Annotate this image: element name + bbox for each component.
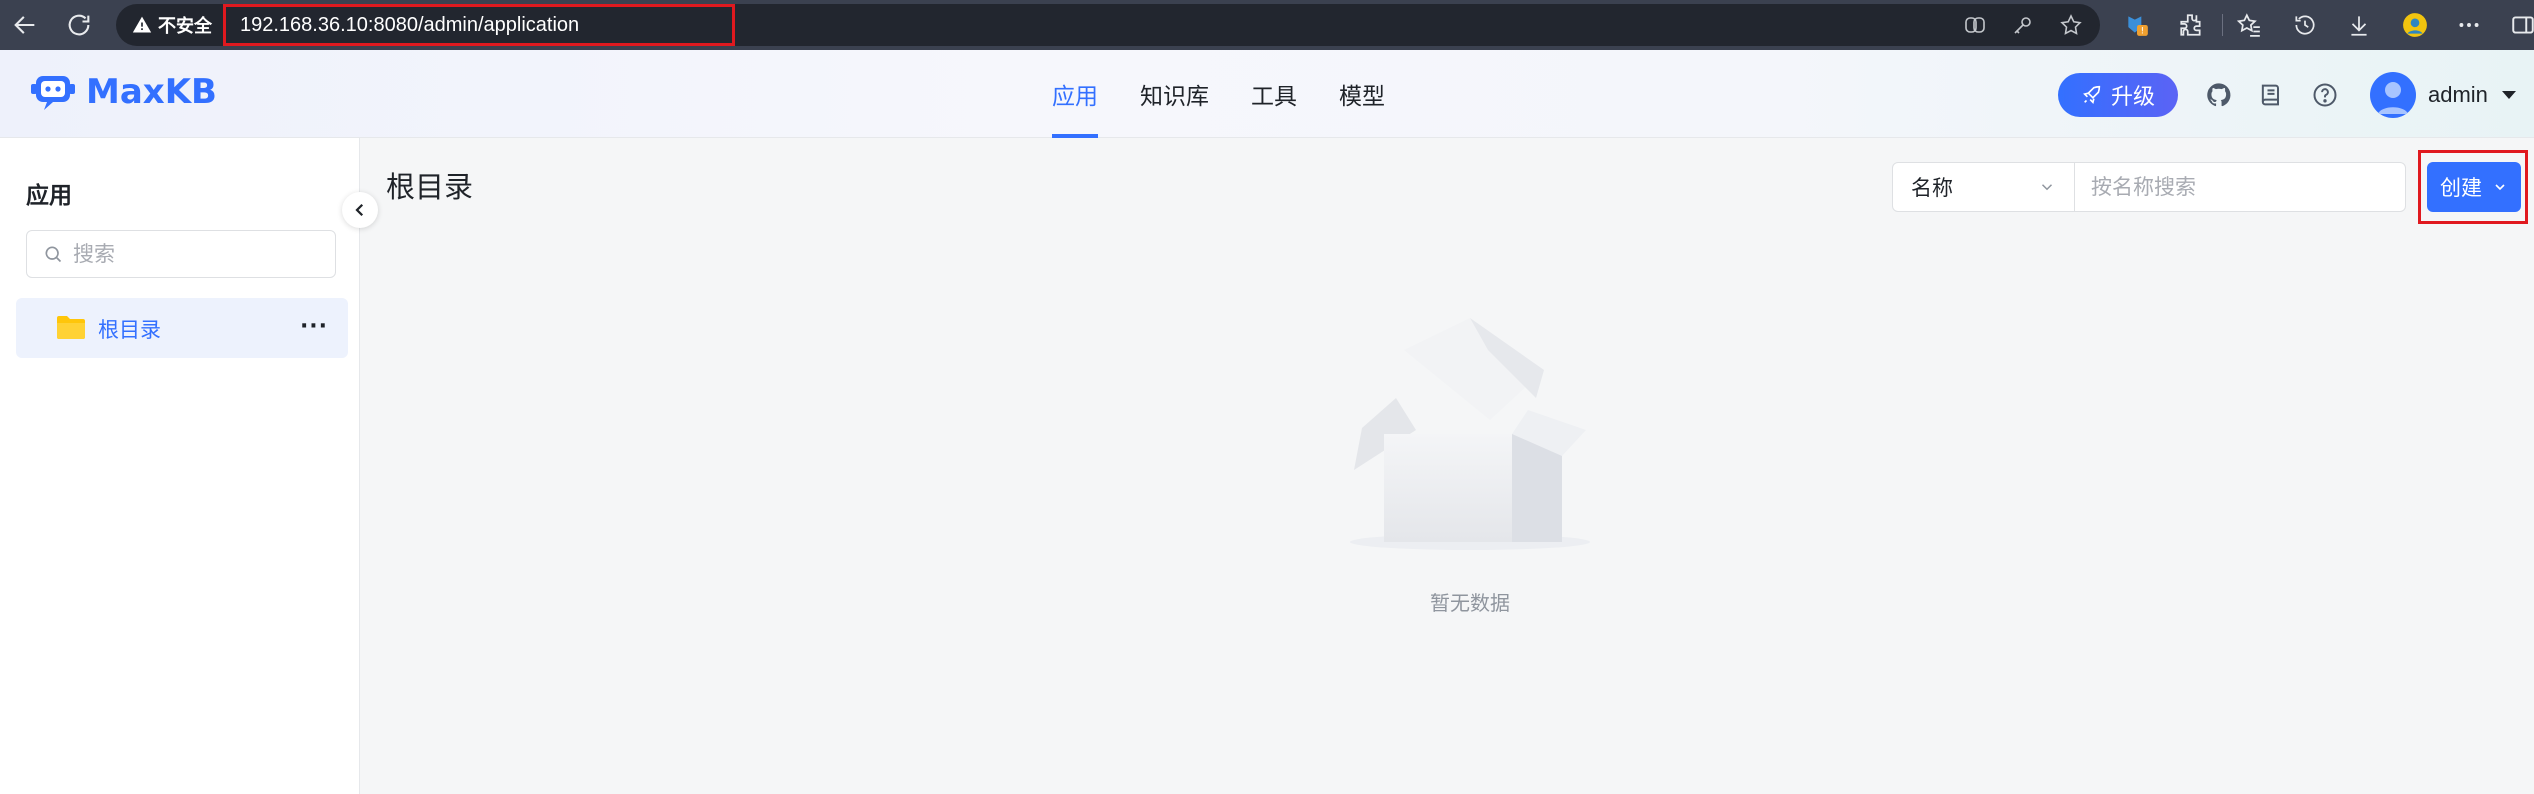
empty-box-illustration	[1350, 318, 1590, 550]
caret-down-icon	[2501, 91, 2516, 99]
rocket-icon	[2083, 85, 2101, 104]
svg-text:!: !	[2141, 27, 2144, 37]
app-header: MaxKB 应用 知识库 工具 模型 升级 admin	[0, 50, 2534, 138]
logo[interactable]: MaxKB	[30, 72, 217, 112]
download-icon[interactable]	[2342, 8, 2376, 42]
browser-toolbar: 不安全 192.168.36.10:8080/admin/application…	[0, 0, 2534, 50]
create-button[interactable]: 创建	[2427, 162, 2521, 212]
more-icon[interactable]	[2452, 8, 2486, 42]
star-icon[interactable]	[2056, 10, 2086, 40]
sidebar-title: 应用	[26, 183, 72, 209]
tree-item-root[interactable]: 根目录 ···	[16, 298, 348, 358]
chevron-left-icon	[355, 203, 364, 217]
favorites-icon[interactable]	[2232, 8, 2266, 42]
tab-models[interactable]: 模型	[1339, 50, 1385, 138]
sidebar: 应用 根目录 ···	[0, 138, 360, 794]
warning-icon	[132, 16, 152, 33]
security-label: 不安全	[158, 16, 212, 37]
folder-icon	[57, 316, 85, 339]
user-icon	[2378, 82, 2408, 114]
address-bar[interactable]: 不安全 192.168.36.10:8080/admin/application	[116, 4, 2100, 46]
sidebar-search-input[interactable]	[73, 242, 313, 266]
create-label: 创建	[2440, 176, 2482, 200]
toolbar-divider	[2222, 14, 2223, 36]
tree-item-label: 根目录	[98, 318, 161, 342]
tab-application[interactable]: 应用	[1052, 50, 1098, 138]
extensions-icon[interactable]	[2174, 8, 2208, 42]
username: admin	[2428, 82, 2488, 107]
copilot-icon[interactable]	[1960, 10, 1990, 40]
tab-tools[interactable]: 工具	[1251, 50, 1297, 138]
page-title: 根目录	[386, 170, 474, 204]
url-text[interactable]: 192.168.36.10:8080/admin/application	[240, 14, 579, 37]
docs-book-icon[interactable]	[2254, 78, 2288, 112]
user-menu[interactable]: admin	[2370, 72, 2516, 118]
search-filter: 名称	[1892, 162, 2406, 212]
github-icon[interactable]	[2202, 78, 2236, 112]
sidebar-search[interactable]	[26, 230, 336, 278]
robot-logo-icon	[31, 76, 75, 110]
security-indicator[interactable]: 不安全	[132, 12, 212, 38]
collapse-sidebar-button[interactable]	[342, 192, 378, 228]
tab-knowledge-base[interactable]: 知识库	[1140, 50, 1209, 138]
more-actions-icon[interactable]: ···	[294, 306, 334, 346]
key-icon[interactable]	[2008, 10, 2038, 40]
sidebar-toggle-icon[interactable]	[2506, 8, 2534, 42]
back-icon[interactable]	[8, 8, 42, 42]
filter-field-value: 名称	[1911, 176, 1953, 200]
top-nav: 应用 知识库 工具 模型	[1052, 50, 1427, 138]
extension-badge-icon[interactable]: !	[2120, 8, 2154, 42]
url-highlight-box: 192.168.36.10:8080/admin/application	[223, 4, 735, 46]
avatar	[2370, 72, 2416, 118]
create-highlight-box: 创建	[2418, 150, 2528, 224]
help-icon[interactable]	[2308, 78, 2342, 112]
chevron-down-icon	[2495, 184, 2505, 191]
profile-avatar-icon[interactable]	[2398, 8, 2432, 42]
upgrade-button[interactable]: 升级	[2058, 73, 2178, 117]
logo-text: MaxKB	[86, 72, 217, 112]
chevron-down-icon	[2041, 184, 2053, 191]
search-icon	[45, 246, 62, 263]
upgrade-label: 升级	[2110, 85, 2155, 110]
filter-field-select[interactable]: 名称	[1893, 163, 2075, 211]
empty-state-text: 暂无数据	[1430, 591, 1510, 615]
reload-icon[interactable]	[62, 8, 96, 42]
name-search-input[interactable]	[2075, 163, 2405, 211]
history-icon[interactable]	[2288, 8, 2322, 42]
